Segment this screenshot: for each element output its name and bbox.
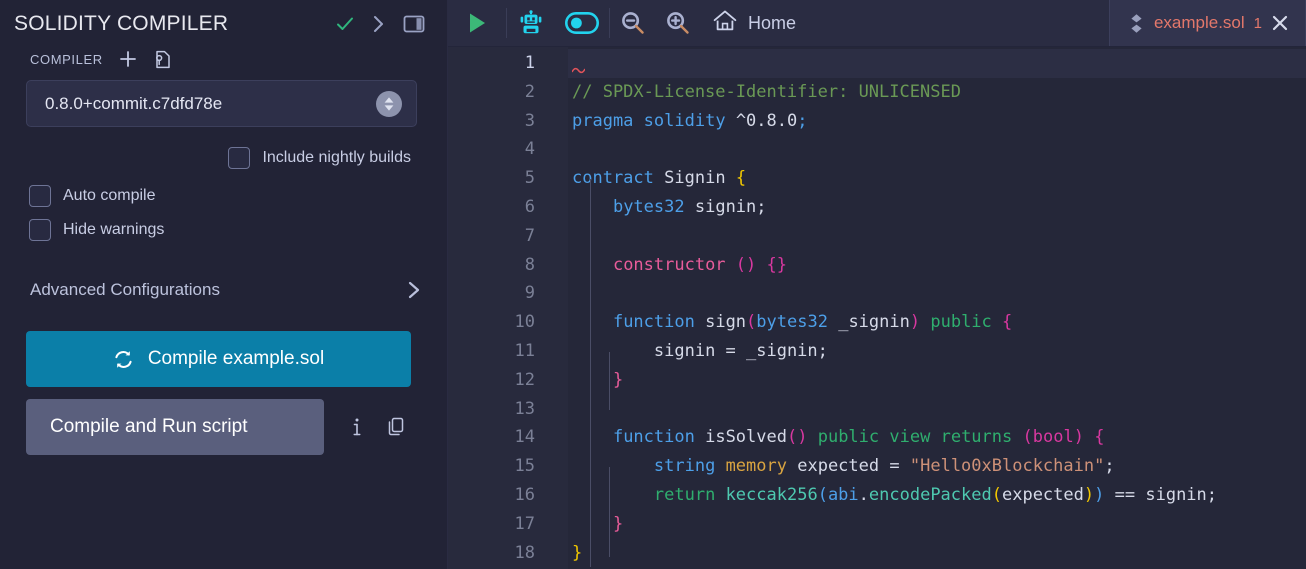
indent-guide — [609, 352, 610, 410]
compiler-section-row: COMPILER — [0, 44, 447, 74]
layout-panel-icon[interactable] — [403, 14, 425, 34]
code-line: function sign(bytes32 _signin) public { — [612, 312, 1013, 333]
code-line: // SPDX-License-Identifier: UNLICENSED — [568, 78, 1306, 107]
refresh-icon — [113, 349, 134, 370]
chevron-right-icon[interactable] — [371, 15, 387, 33]
auto-compile-checkbox[interactable] — [29, 185, 51, 207]
line-number: 15 — [514, 456, 535, 477]
hide-warnings-row[interactable]: Hide warnings — [0, 219, 447, 241]
run-script-side-icons — [324, 416, 406, 438]
code-line — [568, 49, 1306, 78]
line-number: 5 — [524, 168, 535, 189]
config-file-icon[interactable] — [153, 50, 171, 69]
compile-button-label: Compile example.sol — [147, 348, 325, 369]
line-number: 18 — [514, 542, 535, 563]
home-label: Home — [748, 12, 797, 33]
compiler-version-select[interactable]: 0.8.0+commit.c7dfd78e — [26, 80, 417, 127]
tab-error-count: 1 — [1253, 14, 1262, 32]
panel-header: SOLIDITY COMPILER — [0, 0, 447, 42]
panel-header-icons — [335, 14, 433, 34]
line-number: 3 — [524, 110, 535, 131]
indent-guide — [590, 179, 591, 567]
editor-toolbar: Home example.sol 1 — [448, 0, 1306, 47]
compile-and-run-script-label: Compile and Run script — [50, 416, 248, 437]
code-line: } — [572, 542, 583, 563]
code-line: pragma solidity ^0.8.0; — [572, 110, 808, 131]
code-line: bytes32 signin; — [612, 196, 767, 217]
auto-compile-label: Auto compile — [63, 187, 156, 204]
plus-icon[interactable] — [119, 50, 137, 68]
code-content[interactable]: // SPDX-License-Identifier: UNLICENSED p… — [568, 47, 1306, 569]
zoom-out-icon[interactable] — [610, 0, 656, 46]
close-icon[interactable] — [1271, 14, 1289, 32]
editor-area: Home example.sol 1 1 2 3 4 5 6 7 8 9 10 … — [448, 0, 1306, 569]
code-editor[interactable]: 1 2 3 4 5 6 7 8 9 10 11 12 13 14 15 16 1… — [448, 47, 1306, 569]
code-line: return keccak256(abi.encodePacked(expect… — [653, 484, 1218, 505]
include-nightly-builds-row[interactable]: Include nightly builds — [0, 147, 447, 169]
line-number: 10 — [514, 312, 535, 333]
line-number: 13 — [514, 398, 535, 419]
line-number: 7 — [524, 225, 535, 246]
code-line: contract Signin { — [572, 168, 747, 189]
error-squiggle-icon — [572, 67, 585, 74]
code-line-text: // SPDX-License-Identifier: UNLICENSED — [572, 81, 961, 102]
indent-guide — [609, 467, 610, 557]
compiler-section-label: COMPILER — [30, 51, 103, 67]
code-line: function isSolved() public view returns … — [612, 427, 1105, 448]
include-nightly-builds-checkbox[interactable] — [228, 147, 251, 169]
line-number: 1 — [524, 53, 535, 73]
advanced-configurations-row[interactable]: Advanced Configurations — [30, 275, 423, 305]
line-number: 11 — [514, 340, 535, 361]
compile-button[interactable]: Compile example.sol — [26, 331, 411, 387]
line-number: 14 — [514, 427, 535, 448]
home-icon — [712, 9, 738, 38]
code-line: } — [612, 513, 624, 534]
line-number: 6 — [524, 196, 535, 217]
line-number: 12 — [514, 369, 535, 390]
page-title: SOLIDITY COMPILER — [14, 12, 229, 35]
solidity-compiler-panel: SOLIDITY COMPILER COMPILER 0.8.0+commit.… — [0, 0, 448, 569]
code-line: } — [612, 369, 624, 390]
line-number: 17 — [514, 513, 535, 534]
line-number-gutter: 1 2 3 4 5 6 7 8 9 10 11 12 13 14 15 16 1… — [448, 47, 568, 569]
toggle-switch-icon[interactable] — [555, 0, 609, 46]
code-line: string memory expected = "Hello0xBlockch… — [653, 456, 1115, 477]
advanced-configurations-label: Advanced Configurations — [30, 280, 220, 299]
include-nightly-builds-label: Include nightly builds — [262, 149, 411, 166]
compile-and-run-script-button[interactable]: Compile and Run script — [26, 399, 324, 455]
solidity-logo-icon — [1128, 13, 1145, 34]
up-down-arrows-icon[interactable] — [376, 90, 402, 117]
home-button[interactable]: Home — [700, 0, 814, 46]
tab-label: example.sol — [1153, 13, 1245, 32]
hide-warnings-checkbox[interactable] — [29, 219, 51, 241]
run-button[interactable] — [448, 0, 506, 46]
code-line: signin = _signin; — [653, 340, 828, 361]
line-number: 4 — [524, 139, 535, 160]
line-number: 8 — [524, 254, 535, 275]
line-number: 16 — [514, 484, 535, 505]
remix-ide-window: SOLIDITY COMPILER COMPILER 0.8.0+commit.… — [0, 0, 1306, 569]
line-number: 9 — [524, 283, 535, 304]
compiler-version-value: 0.8.0+commit.c7dfd78e — [45, 93, 223, 113]
auto-compile-row[interactable]: Auto compile — [0, 185, 447, 207]
code-line: constructor () {} — [612, 254, 788, 275]
copy-icon[interactable] — [386, 416, 406, 438]
hide-warnings-label: Hide warnings — [63, 221, 165, 238]
line-number: 2 — [524, 81, 535, 102]
tab-example-sol[interactable]: example.sol 1 — [1108, 0, 1306, 46]
chevron-right-icon[interactable] — [405, 280, 423, 300]
run-script-row: Compile and Run script — [26, 399, 447, 455]
robot-icon[interactable] — [507, 0, 555, 46]
info-icon[interactable] — [350, 416, 364, 438]
check-icon[interactable] — [335, 14, 355, 34]
zoom-in-icon[interactable] — [656, 0, 700, 46]
